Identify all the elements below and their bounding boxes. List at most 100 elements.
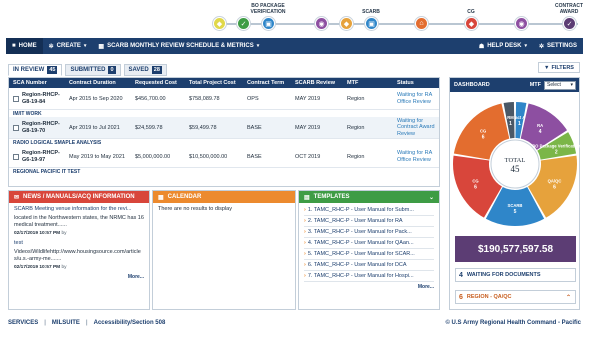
donut-slice-label: CG: [480, 129, 486, 134]
templates-title-wrap: ▤ TEMPLATES: [304, 194, 350, 201]
templates-list: › 1. TAMC_RHC-P - User Manual for Subm...…: [299, 203, 439, 292]
step-5-icon[interactable]: ◆: [340, 17, 353, 30]
news-excerpt: located in the Northwestern states, the …: [14, 215, 144, 228]
donut-slice-value: 4: [539, 129, 542, 135]
nav-help-desk-label: HELP DESK: [487, 43, 522, 49]
table-row[interactable]: Region-RHCP-G8-19-84 Apr 2015 to Sep 202…: [9, 88, 439, 110]
nav-create-label: CREATE: [56, 43, 81, 49]
row-sca-cell: Region-RHCP-G6-19-97: [9, 150, 69, 163]
donut-slice-label: BO Package Verification: [532, 144, 581, 149]
step-8-icon[interactable]: ◆: [465, 17, 478, 30]
tab-saved[interactable]: SAVED 28: [123, 64, 167, 76]
calendar-panel-title: CALENDAR: [167, 194, 202, 200]
table-row[interactable]: Region-RHCP-G6-19-97 May 2019 to May 202…: [9, 146, 439, 168]
summary-waiting-documents[interactable]: 4 WAITING FOR DOCUMENTS: [455, 268, 576, 282]
summary-region-qaqc[interactable]: 6 REGION - QA/QC ⌃: [455, 290, 576, 304]
chevron-down-icon[interactable]: ⌄: [429, 194, 434, 201]
step-3-icon[interactable]: ▣: [262, 17, 275, 30]
template-link[interactable]: › 4. TAMC_RHC-P - User Manual for QAan...: [304, 238, 434, 249]
tab-in-review[interactable]: IN REVIEW 45: [8, 64, 63, 76]
footer-services-link[interactable]: SERVICES: [8, 320, 38, 326]
footer-milsuite-link[interactable]: MILSUITE: [52, 320, 80, 326]
nav-home[interactable]: ■ HOME: [6, 38, 43, 54]
col-header-requested[interactable]: Requested Cost: [135, 80, 189, 86]
nav-scarb-review-label: SCARB MONTHLY REVIEW SCHEDULE & METRICS: [107, 43, 254, 49]
step-9-icon[interactable]: ◉: [515, 17, 528, 30]
review-tabs: IN REVIEW 45 SUBMITTED 0 SAVED 28: [8, 64, 167, 76]
step-2-icon[interactable]: ✓: [237, 17, 250, 30]
step-10-icon[interactable]: ✓: [563, 17, 576, 30]
arrow-right-icon: ›: [304, 229, 306, 235]
donut-slice-label: CG: [472, 178, 478, 183]
user-icon: ☗: [478, 43, 485, 50]
arrow-right-icon: ›: [304, 273, 306, 279]
filters-button[interactable]: ▼ FILTERS: [538, 62, 580, 73]
status-link[interactable]: Waiting for RA Office Review: [397, 150, 439, 163]
nav-help-desk[interactable]: ☗ HELP DESK ▾: [473, 38, 533, 54]
template-link-label: 5. TAMC_RHC-P - User Manual for SCAR...: [307, 251, 415, 257]
col-header-total[interactable]: Total Project Cost: [189, 80, 247, 86]
step-7-icon[interactable]: ⌂: [415, 17, 428, 30]
template-link[interactable]: › 3. TAMC_RHC-P - User Manual for Pack...: [304, 227, 434, 238]
template-link[interactable]: › 2. TAMC_RHC-P - User Manual for RA: [304, 216, 434, 227]
sca-number[interactable]: Region-RHCP-G8-19-84: [22, 92, 69, 105]
col-header-status[interactable]: Status: [397, 80, 439, 86]
nav-scarb-review[interactable]: ▦ SCARB MONTHLY REVIEW SCHEDULE & METRIC…: [92, 38, 265, 54]
col-header-mtf[interactable]: MTF: [347, 80, 397, 86]
mtf: Region: [347, 95, 365, 102]
step-6-icon[interactable]: ▣: [365, 17, 378, 30]
contract-term: BASE: [247, 153, 262, 160]
summary-count: 4: [459, 271, 463, 279]
status-donut-chart: Contract Award1 RA4BO Package Verificatio…: [453, 102, 581, 227]
template-link[interactable]: › 7. TAMC_RHC-P - User Manual for Hospi..…: [304, 271, 434, 282]
tab-submitted-label: SUBMITTED: [70, 67, 106, 73]
col-header-duration[interactable]: Contract Duration: [69, 80, 135, 86]
row-checkbox[interactable]: [13, 124, 19, 131]
footer-separator: |: [85, 320, 88, 326]
step-4-icon[interactable]: ◉: [315, 17, 328, 30]
footer-accessibility-link[interactable]: Accessibility/Section 508: [94, 320, 166, 326]
template-link[interactable]: › 1. TAMC_RHC-P - User Manual for Subm...: [304, 205, 434, 216]
template-link-label: 2. TAMC_RHC-P - User Manual for RA: [307, 218, 403, 224]
chevron-up-icon[interactable]: ⌃: [566, 294, 571, 301]
mtf-label: MTF: [529, 82, 541, 88]
templates-more-link[interactable]: More...: [304, 284, 434, 290]
templates-icon: ▤: [304, 194, 310, 201]
news-headline[interactable]: test: [14, 240, 144, 247]
calendar-empty-text: There are no results to display: [158, 206, 232, 212]
news-more-link[interactable]: More...: [14, 274, 144, 281]
tab-saved-label: SAVED: [128, 67, 149, 73]
requested-cost: $5,000,000.00: [135, 153, 171, 160]
row-checkbox[interactable]: [13, 95, 19, 102]
col-header-review[interactable]: SCARB Review: [295, 80, 347, 86]
status-link[interactable]: Waiting for Contract Award Review: [397, 118, 439, 138]
step-1-icon[interactable]: ◆: [213, 17, 226, 30]
nav-settings[interactable]: ✲ SETTINGS: [533, 38, 583, 54]
template-link-label: 7. TAMC_RHC-P - User Manual for Hospi...: [307, 273, 414, 279]
sca-number[interactable]: Region-RHCP-G8-19-70: [22, 121, 69, 134]
step-label-scarb: SCARB: [362, 9, 380, 15]
scarb-review: MAY 2019: [295, 95, 321, 102]
col-header-sca[interactable]: SCA Number: [9, 80, 69, 86]
template-link-label: 3. TAMC_RHC-P - User Manual for Pack...: [307, 229, 412, 235]
status-link[interactable]: Waiting for RA Office Review: [397, 92, 439, 105]
template-link[interactable]: › 5. TAMC_RHC-P - User Manual for SCAR...: [304, 249, 434, 260]
calendar-icon: ▦: [98, 43, 105, 50]
chevron-down-icon: ▾: [524, 43, 527, 49]
row-checkbox[interactable]: [13, 153, 19, 160]
sca-number[interactable]: Region-RHCP-G6-19-97: [22, 150, 69, 163]
tab-saved-count: 28: [151, 66, 162, 74]
tab-submitted[interactable]: SUBMITTED 0: [65, 64, 121, 76]
table-row[interactable]: Region-RHCP-G8-19-70 Apr 2019 to Jul 202…: [9, 117, 439, 139]
template-link-label: 6. TAMC_RHC-P - User Manual for DCA: [307, 262, 407, 268]
news-headline[interactable]: SCARB Meeting venue information for the …: [14, 206, 144, 213]
templates-panel-header[interactable]: ▤ TEMPLATES ⌄: [299, 191, 439, 203]
mtf-select[interactable]: Select ▾: [544, 80, 576, 90]
total-project-cost: $758,089.78: [189, 95, 220, 102]
col-header-term[interactable]: Contract Term: [247, 80, 295, 86]
template-link[interactable]: › 6. TAMC_RHC-P - User Manual for DCA: [304, 260, 434, 271]
nav-create[interactable]: ✲ CREATE ▾: [43, 38, 93, 54]
news-meta: 02/17/2019 10:57 PM by: [14, 264, 144, 271]
footer-separator: |: [44, 320, 46, 326]
contract-term: BASE: [247, 124, 262, 131]
